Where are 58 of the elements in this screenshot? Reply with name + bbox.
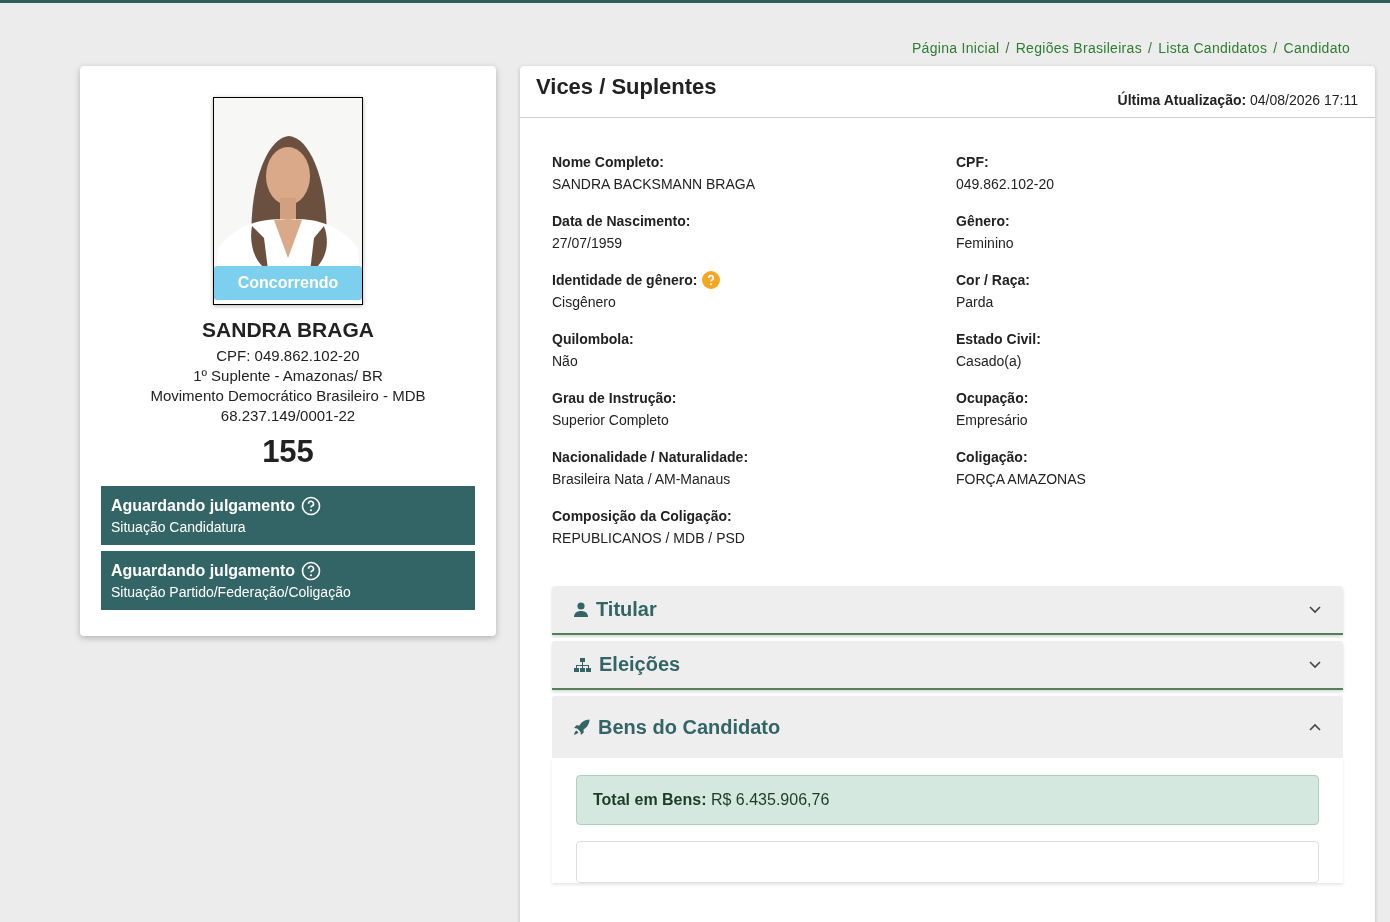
breadcrumb-separator: /	[1147, 40, 1153, 56]
field-value: 27/07/1959	[552, 235, 624, 251]
candidate-info: CPF: 049.862.102-20	[216, 346, 360, 366]
status-title: Aguardando julgamento	[111, 497, 295, 515]
field-value: Parda	[956, 294, 995, 310]
candidate-number: 155	[262, 434, 314, 470]
field-label: CPF:	[956, 154, 989, 170]
accordion-header[interactable]: Eleições	[552, 641, 1343, 690]
last-update: Última Atualização: 04/08/2026 17:11	[1117, 92, 1358, 108]
field-value: Casado(a)	[956, 353, 1023, 369]
field-label: Estado Civil:	[956, 331, 1041, 347]
sitemap-icon	[574, 657, 591, 672]
chevron-down-icon[interactable]	[1309, 605, 1321, 614]
field-label: Ocupação:	[956, 390, 1029, 406]
field-label: Quilombola:	[552, 331, 634, 347]
candidate-name: SANDRA BRAGA	[202, 318, 374, 342]
field-value: 049.862.102-20	[956, 176, 1056, 192]
field-value: Brasileira Nata / AM-Manaus	[552, 471, 732, 487]
field-label: Composição da Coligação:	[552, 508, 732, 524]
field-value: Superior Completo	[552, 412, 670, 428]
breadcrumb-link[interactable]: Candidato	[1283, 40, 1350, 56]
panel-title: Vices / Suplentes	[536, 74, 717, 100]
field-value: FORÇA AMAZONAS	[956, 471, 1087, 487]
candidate-info: 1º Suplente - Amazonas/ BR	[193, 366, 383, 386]
field-label: Identidade de gênero:	[552, 272, 698, 288]
field-value: Empresário	[956, 412, 1029, 428]
status-badge: Concorrendo	[214, 266, 362, 300]
breadcrumb-link[interactable]: Regiões Brasileiras	[1015, 40, 1142, 56]
total-assets: Total em Bens: R$ 6.435.906,76	[576, 775, 1319, 825]
status-caption: Situação Partido/Federação/Coligação	[111, 584, 352, 600]
help-icon[interactable]	[301, 561, 321, 581]
field-label: Nacionalidade / Naturalidade:	[552, 449, 749, 465]
person-icon	[574, 602, 588, 617]
candidate-info: Movimento Democrático Brasileiro - MDB	[150, 386, 426, 406]
field-label: Grau de Instrução:	[552, 390, 677, 406]
chevron-up-icon[interactable]	[1309, 723, 1321, 731]
field-value: Cisgênero	[552, 294, 617, 310]
field-label: Data de Nascimento:	[552, 213, 691, 229]
accordion-header[interactable]: Titular	[552, 586, 1343, 635]
field-label: Gênero:	[956, 213, 1010, 229]
breadcrumb-separator: /	[1273, 40, 1278, 56]
field-value: Não	[552, 353, 579, 369]
help-icon[interactable]	[301, 496, 321, 516]
field-value: SANDRA BACKSMANN BRAGA	[552, 176, 757, 192]
status-title: Aguardando julgamento	[111, 562, 295, 580]
accordion-header[interactable]: Bens do Candidato	[552, 696, 1343, 758]
breadcrumb-link[interactable]: Lista Candidatos	[1158, 40, 1268, 56]
candidate-info: 68.237.149/0001-22	[220, 406, 356, 426]
status-caption: Situação Candidatura	[111, 519, 247, 535]
chevron-down-icon[interactable]	[1309, 660, 1321, 669]
field-label: Nome Completo:	[552, 154, 664, 170]
breadcrumb-link[interactable]: Página Inicial	[911, 40, 1000, 56]
field-value: Feminino	[956, 235, 1015, 251]
field-label: Coligação:	[956, 449, 1028, 465]
breadcrumb-separator: /	[1005, 40, 1010, 56]
field-value: REPUBLICANOS / MDB / PSD	[552, 530, 746, 546]
field-label: Cor / Raça:	[956, 272, 1030, 288]
rocket-icon	[574, 719, 590, 735]
